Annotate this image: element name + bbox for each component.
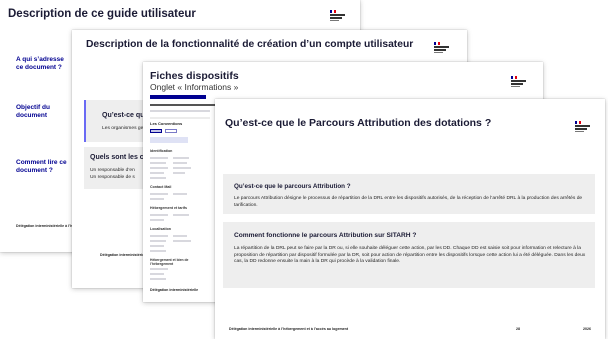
mini-row (173, 214, 189, 216)
mini-section-heading: Hébergement et bien de l’hébergement (150, 258, 189, 267)
mini-row (150, 235, 168, 237)
republique-francaise-logo (434, 42, 452, 54)
mini-section-heading: Localisation (150, 227, 171, 231)
page-number: 28 (516, 327, 520, 331)
section-text: Un responsable d’en (90, 168, 135, 173)
mini-divider (150, 117, 210, 119)
section-accent (84, 100, 86, 142)
section-text: Un responsable de s (90, 175, 135, 180)
slide-title: Qu’est-ce que le Parcours Attribution de… (225, 117, 492, 129)
section-heading: Quels sont les c (90, 154, 144, 161)
mini-row (150, 268, 168, 270)
republique-francaise-logo (575, 121, 593, 133)
mini-row (173, 235, 187, 237)
slide-parcours-attribution: Qu’est-ce que le Parcours Attribution de… (215, 99, 605, 339)
mini-toggle (165, 129, 177, 133)
nav-line (150, 110, 210, 112)
mini-section-heading: Identification (150, 149, 173, 153)
slide-footer: Délégation interministérielle (150, 288, 199, 292)
mini-notice (150, 137, 188, 143)
footer-year: 2026 (583, 327, 591, 331)
mini-row (150, 245, 164, 247)
mini-heading: Les Conventions (150, 121, 183, 126)
info-box-text: La répartition de la DRL peut se faire p… (234, 246, 586, 265)
mini-row (150, 198, 164, 200)
mini-row (173, 193, 187, 195)
info-box-heading: Qu’est-ce que le parcours Attribution ? (234, 183, 351, 190)
slide-subtitle: Onglet « Informations » (150, 82, 239, 92)
mini-row (173, 157, 189, 159)
info-box-heading: Comment fonctionne le parcours Attributi… (234, 232, 417, 239)
mini-row (150, 177, 166, 179)
mini-row (150, 240, 166, 242)
mini-section-heading: Hébergement et tarifs (150, 206, 187, 210)
mini-row (150, 278, 166, 280)
mini-toggle (150, 129, 162, 133)
mini-row (150, 273, 164, 275)
info-box-text: Le parcours Attribution désigne le proce… (234, 196, 583, 208)
mini-row (150, 167, 168, 169)
slide-footer: Délégation interministérielle à l’héberg… (229, 327, 349, 331)
sidebar-label-reading: Comment lire ce document ? (16, 159, 67, 175)
mini-row (150, 250, 166, 252)
mini-section-heading: Contact Mail (150, 185, 172, 189)
mini-row (150, 193, 168, 195)
mini-row (150, 214, 168, 216)
slide-title: Description de la fonctionnalité de créa… (86, 39, 414, 50)
section-text: Les organismes gest (102, 126, 148, 131)
mini-row (150, 157, 168, 159)
mini-row (150, 162, 166, 164)
sidebar-label-audience: A qui s’adresse ce document ? (16, 56, 64, 72)
mini-row (173, 162, 187, 164)
mini-row (150, 172, 164, 174)
nav-line (150, 104, 220, 106)
slide-title: Description de ce guide utilisateur (8, 8, 196, 20)
mini-row (173, 172, 185, 174)
blue-header-bar (150, 95, 206, 99)
sidebar-label-objective: Objectif du document (16, 104, 50, 120)
mini-row (173, 167, 191, 169)
republique-francaise-logo (330, 10, 348, 22)
slide-title: Fiches dispositifs (150, 70, 239, 82)
mini-row (173, 240, 191, 242)
mini-row (150, 219, 164, 221)
republique-francaise-logo (511, 76, 529, 88)
